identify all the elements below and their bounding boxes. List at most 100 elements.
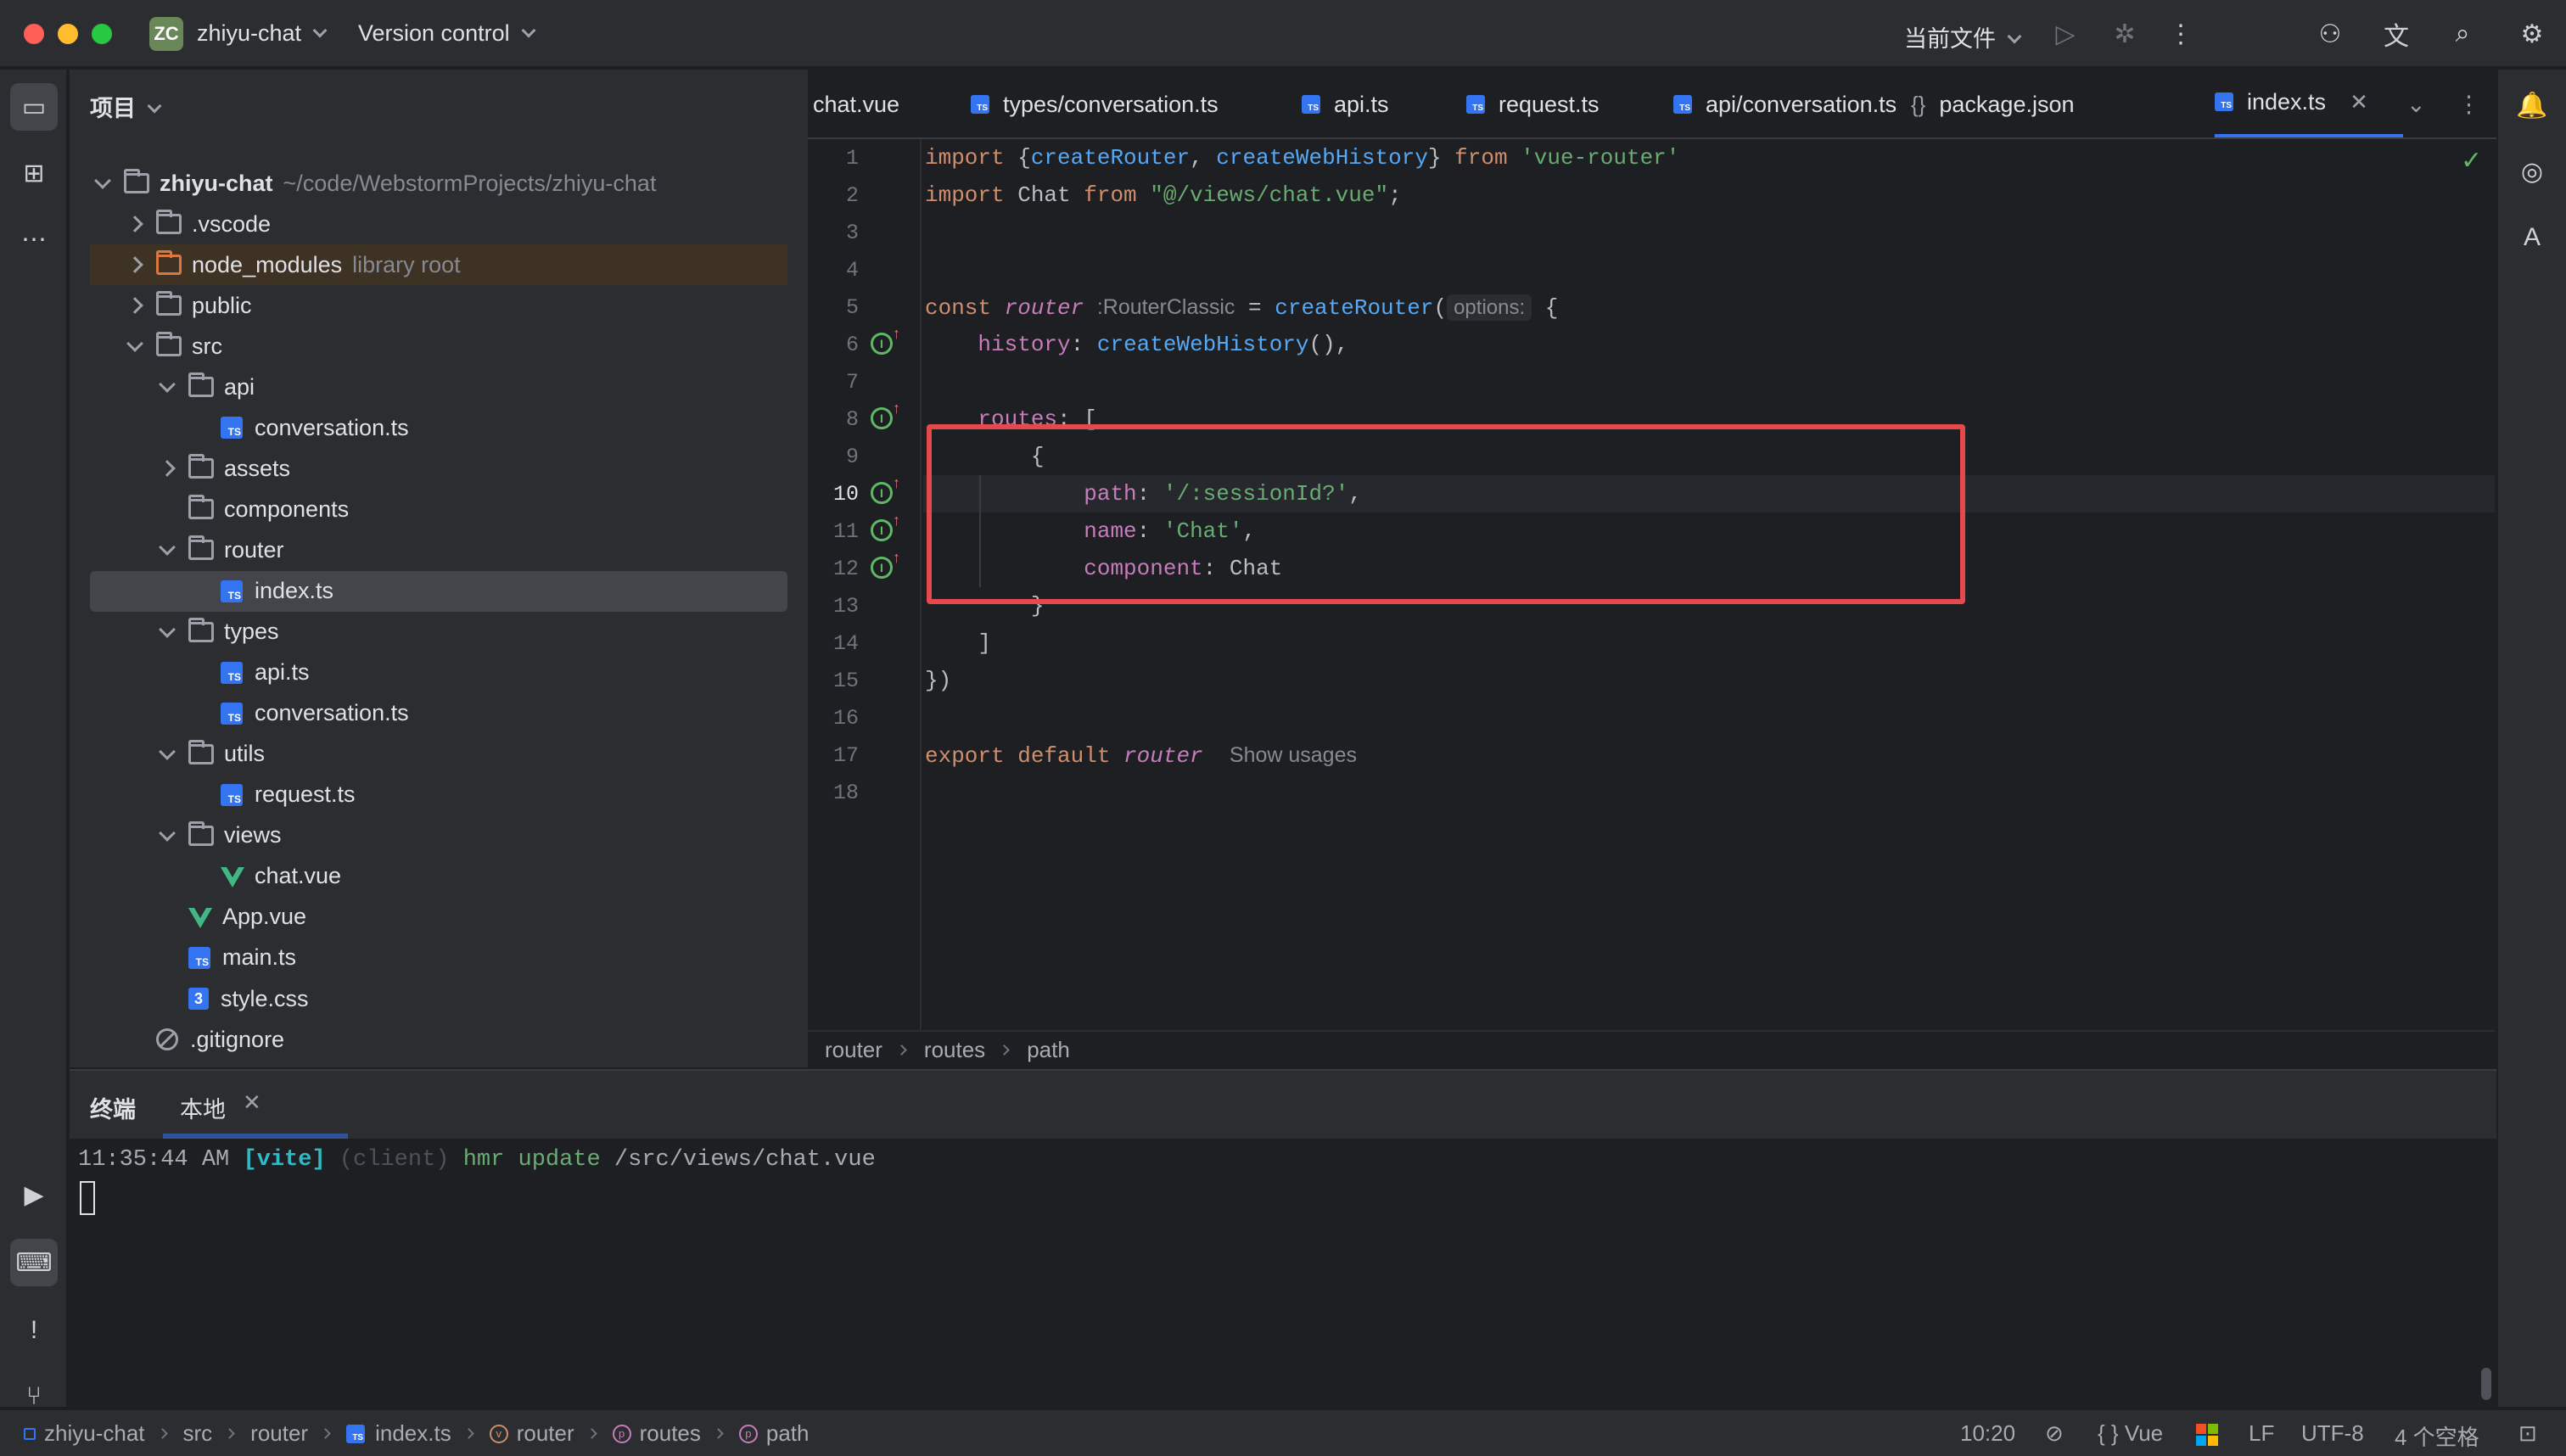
line-number[interactable]: 3 — [808, 221, 859, 245]
terminal-tab-local[interactable]: 本地 — [180, 1091, 226, 1124]
tree-item[interactable]: api — [90, 367, 787, 407]
chevron-right-icon[interactable] — [126, 296, 144, 315]
tree-item[interactable]: chat.vue — [90, 856, 787, 897]
breadcrumb-item[interactable]: path — [766, 1420, 810, 1447]
file-encoding[interactable]: UTF-8 — [2301, 1420, 2364, 1447]
tree-item[interactable]: TS conversation.ts — [90, 407, 787, 448]
run-icon[interactable]: ▷ — [2048, 17, 2082, 51]
line-number[interactable]: 16 — [808, 706, 859, 731]
line-number[interactable]: 15 — [808, 669, 859, 693]
show-usages-link[interactable]: Show usages — [1230, 743, 1357, 767]
line-number[interactable]: 10 — [808, 482, 859, 507]
line-number[interactable]: 18 — [808, 781, 859, 805]
code-with-me-icon[interactable]: ⚇ — [2313, 17, 2347, 51]
notifications-icon[interactable]: 🔔 — [2510, 83, 2554, 127]
search-icon[interactable]: ⌕ — [2446, 17, 2479, 51]
line-number[interactable]: 5 — [808, 295, 859, 320]
windows-logo-icon[interactable] — [2196, 1424, 2218, 1446]
editor-tab[interactable]: chat.vue — [813, 70, 899, 137]
line-number[interactable]: 13 — [808, 594, 859, 619]
breadcrumb-item[interactable]: router — [825, 1037, 882, 1063]
project-badge[interactable]: ZC — [149, 17, 183, 51]
debug-icon[interactable]: ✲ — [2108, 17, 2142, 51]
run-config-selector[interactable]: 当前文件 — [1904, 20, 2022, 53]
tree-item[interactable]: public — [90, 285, 787, 326]
tree-item[interactable]: 3 style.css — [90, 978, 787, 1019]
breadcrumb-item[interactable]: routes — [924, 1037, 985, 1063]
breadcrumb-item[interactable]: zhiyu-chat — [44, 1420, 145, 1447]
more-tools-icon[interactable]: ⋯ — [10, 216, 58, 263]
caret-position[interactable]: 10:20 — [1960, 1420, 2015, 1447]
tree-item[interactable]: components — [90, 489, 787, 529]
ai-assistant-icon[interactable]: ◎ — [2510, 149, 2554, 193]
implements-gutter-icon[interactable]: I — [871, 549, 900, 579]
more-actions-icon[interactable]: ⋮ — [2164, 17, 2198, 51]
tree-item[interactable]: types — [90, 612, 787, 652]
chevron-down-icon[interactable] — [158, 826, 176, 845]
database-icon[interactable]: A — [2510, 216, 2554, 260]
editor-tab[interactable]: TS types/conversation.ts — [971, 70, 1219, 137]
terminal-scrollbar[interactable] — [2481, 1368, 2491, 1400]
chevron-down-icon[interactable] — [126, 337, 144, 356]
tree-item[interactable]: zhiyu-chat ~/code/WebstormProjects/zhiyu-… — [90, 163, 787, 204]
breadcrumb-item[interactable]: router — [250, 1420, 308, 1447]
close-terminal-tab-icon[interactable]: ✕ — [243, 1089, 261, 1116]
tree-item[interactable]: router — [90, 529, 787, 570]
chevron-right-icon[interactable] — [126, 255, 144, 274]
breadcrumb-item[interactable]: router — [517, 1420, 574, 1447]
inspections-off-icon[interactable]: ⊘ — [2045, 1420, 2064, 1447]
settings-icon[interactable]: ⚙ — [2515, 17, 2549, 51]
breadcrumb-item[interactable]: path — [1027, 1037, 1070, 1063]
lock-icon[interactable]: ⊡ — [2518, 1420, 2537, 1447]
chevron-down-icon[interactable] — [158, 623, 176, 641]
line-number[interactable]: 8 — [808, 407, 859, 432]
vcs-menu[interactable]: Version control — [358, 20, 536, 47]
tree-item[interactable]: TS index.ts — [90, 570, 787, 612]
implements-gutter-icon[interactable]: I — [871, 400, 900, 429]
line-number[interactable]: 2 — [808, 183, 859, 208]
chevron-down-icon[interactable] — [158, 378, 176, 396]
line-number[interactable]: 17 — [808, 743, 859, 768]
translate-icon[interactable]: 文 — [2379, 17, 2413, 51]
editor-tab[interactable]: TS api/conversation.ts — [1673, 70, 1896, 137]
tree-item[interactable]: TS main.ts — [90, 938, 787, 978]
implements-gutter-icon[interactable]: I — [871, 512, 900, 541]
editor-tab[interactable]: {} package.json — [1911, 70, 2075, 137]
services-tool-icon[interactable]: ▶ — [10, 1171, 58, 1218]
project-panel-title[interactable]: 项目 — [90, 90, 162, 123]
tree-item[interactable]: .vscode — [90, 204, 787, 244]
tab-more-icon[interactable]: ⋮ — [2457, 70, 2480, 137]
tree-item[interactable]: TS request.ts — [90, 775, 787, 815]
tree-item[interactable]: TS conversation.ts — [90, 693, 787, 734]
line-number[interactable]: 14 — [808, 631, 859, 656]
line-number[interactable]: 9 — [808, 445, 859, 469]
tree-item[interactable]: App.vue — [90, 897, 787, 938]
zoom-window-button[interactable] — [92, 24, 112, 44]
editor-tab[interactable]: TS request.ts — [1466, 70, 1600, 137]
chevron-down-icon[interactable] — [158, 745, 176, 764]
chevron-down-icon[interactable] — [93, 174, 112, 193]
breadcrumb-item[interactable]: src — [183, 1420, 213, 1447]
implements-gutter-icon[interactable]: I — [871, 325, 900, 355]
close-window-button[interactable] — [24, 24, 44, 44]
editor-tab[interactable]: TS api.ts — [1302, 70, 1389, 137]
close-tab-icon[interactable]: ✕ — [2350, 89, 2368, 115]
language-indicator[interactable]: { } Vue — [2098, 1420, 2163, 1447]
structure-tool-icon[interactable]: ⊞ — [10, 149, 58, 197]
tree-item[interactable]: .gitignore — [90, 1019, 787, 1060]
problems-tool-icon[interactable]: ! — [10, 1307, 58, 1354]
tree-item[interactable]: TS api.ts — [90, 652, 787, 693]
project-switcher[interactable]: zhiyu-chat — [197, 20, 328, 47]
minimize-window-button[interactable] — [58, 24, 78, 44]
tree-item[interactable]: <>index.html — [90, 1060, 787, 1068]
indent-setting[interactable]: 4 个空格 — [2395, 1420, 2479, 1452]
tree-item[interactable]: assets — [90, 448, 787, 489]
terminal-tool-icon[interactable]: ⌨ — [10, 1239, 58, 1286]
tree-item[interactable]: node_modules library root — [90, 244, 787, 286]
chevron-down-icon[interactable] — [158, 540, 176, 559]
line-number[interactable]: 7 — [808, 370, 859, 395]
line-separator[interactable]: LF — [2249, 1420, 2274, 1447]
line-number[interactable]: 6 — [808, 333, 859, 357]
terminal-cursor[interactable] — [80, 1181, 95, 1215]
breadcrumb-item[interactable]: index.ts — [375, 1420, 451, 1447]
